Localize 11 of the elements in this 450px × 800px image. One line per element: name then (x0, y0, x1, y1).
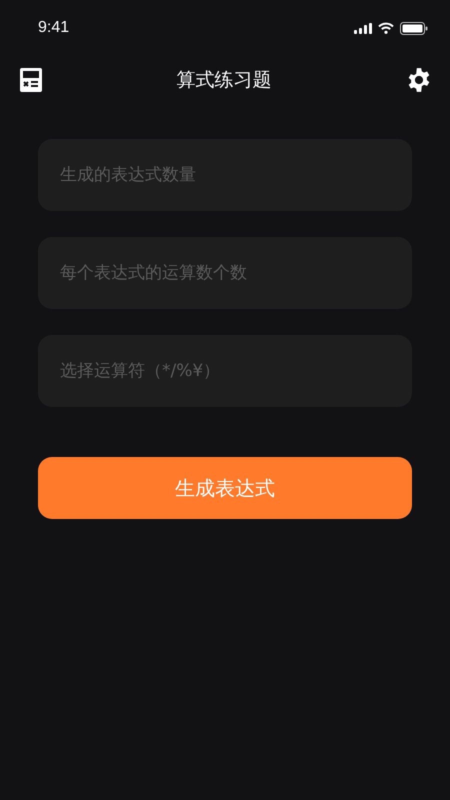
signal-icon (354, 22, 372, 34)
input-field[interactable]: 生成的表达式数量 (38, 139, 412, 211)
input-field[interactable]: 选择运算符（*/%¥） (38, 335, 412, 407)
page-title: 算式练习题 (176, 68, 272, 93)
wifi-icon (378, 22, 394, 34)
battery-icon (400, 22, 428, 34)
settings-icon[interactable] (406, 67, 432, 93)
calculator-icon[interactable] (20, 68, 42, 92)
status-time: 9:41 (38, 19, 70, 37)
generate-button[interactable]: 生成表达式 (38, 457, 412, 519)
input-field[interactable]: 每个表达式的运算数个数 (38, 237, 412, 309)
